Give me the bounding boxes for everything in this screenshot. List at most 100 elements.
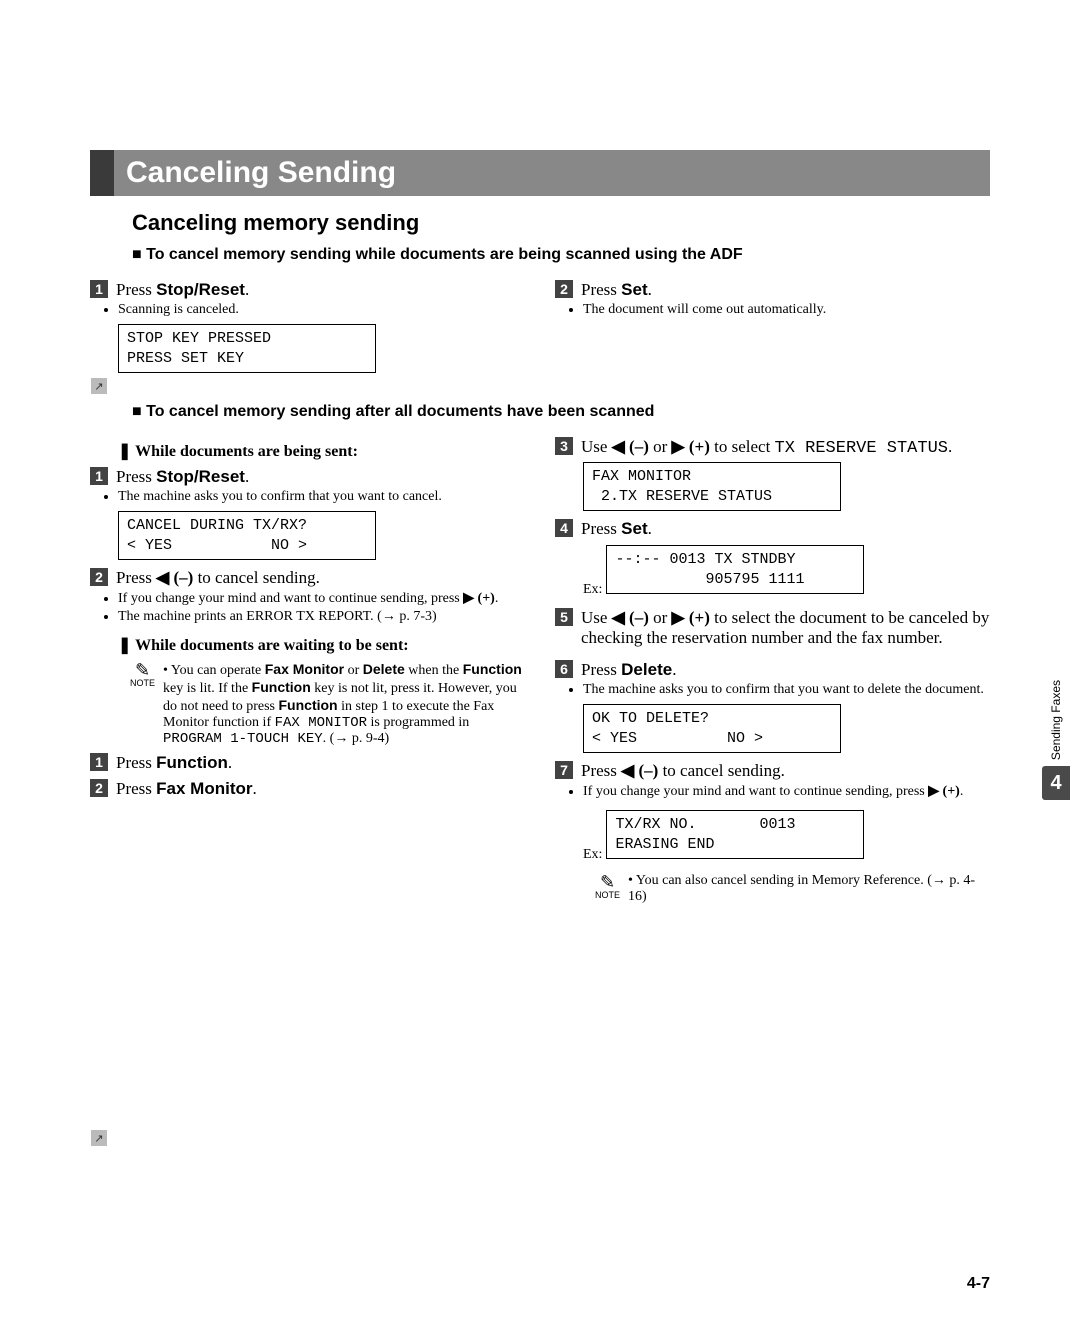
step-text: Press ◀ (–) to cancel sending.: [116, 568, 525, 588]
txt: .: [495, 591, 499, 606]
key-name: Fax Monitor: [265, 661, 344, 677]
key-name: ◀ (–): [612, 437, 649, 456]
key-name: Fax Monitor: [156, 779, 252, 798]
txt: . (→ p. 9-4): [323, 731, 390, 746]
key-name: ◀ (–): [621, 761, 658, 780]
mono-text: PROGRAM 1-TOUCH KEY: [163, 731, 323, 747]
title-mark: [90, 150, 114, 196]
bullet-list: The machine asks you to confirm that you…: [583, 682, 990, 698]
page-number: 4-7: [967, 1275, 990, 1293]
chapter-label: Sending Faxes: [1049, 680, 1063, 760]
bullet-list: The document will come out automatically…: [583, 302, 990, 318]
txt: .: [228, 753, 232, 772]
txt: to cancel sending.: [658, 761, 785, 780]
txt: .: [648, 280, 652, 299]
step-text: Use ◀ (–) or ▶ (+) to select the documen…: [581, 608, 990, 648]
step-3: 3 Use ◀ (–) or ▶ (+) to select TX RESERV…: [555, 437, 990, 458]
txt: Press: [116, 280, 156, 299]
txt: to select: [710, 437, 775, 456]
lcd-display: CANCEL DURING TX/RX? < YES NO >: [118, 511, 376, 560]
txt: to cancel sending.: [193, 568, 320, 587]
step-number-icon: 4: [555, 519, 573, 537]
step-6: 6 Press Delete.: [555, 660, 990, 680]
step-number-icon: 1: [90, 467, 108, 485]
txt: .: [672, 660, 676, 679]
bullet-list: The machine asks you to confirm that you…: [118, 489, 525, 505]
chapter-number: 4: [1042, 766, 1070, 800]
step-2b: 2 Press Fax Monitor.: [90, 779, 525, 799]
lcd-example: Ex: TX/RX NO. 0013 ERASING END: [583, 806, 990, 867]
txt: Press: [116, 568, 156, 587]
step-1: 1 Press Stop/Reset.: [90, 467, 525, 487]
step-7: 7 Press ◀ (–) to cancel sending.: [555, 761, 990, 781]
key-name: Function: [252, 679, 311, 695]
txt: .: [245, 280, 249, 299]
lcd-display: STOP KEY PRESSED PRESS SET KEY: [118, 324, 376, 373]
txt: Press: [581, 519, 621, 538]
key-name: ▶ (+): [928, 784, 960, 799]
key-name: Function: [156, 753, 228, 772]
note-label: NOTE: [130, 679, 155, 688]
step-number-icon: 5: [555, 608, 573, 626]
txt: Press: [581, 280, 621, 299]
txt: You can operate: [171, 663, 265, 678]
step-text: Press Function.: [116, 753, 525, 773]
key-name: ▶ (+): [672, 608, 710, 627]
txt: .: [245, 467, 249, 486]
lcd-display: FAX MONITOR 2.TX RESERVE STATUS: [583, 462, 841, 511]
step-1-adf: 1 Press Stop/Reset.: [90, 280, 525, 300]
mono-text: TX RESERVE STATUS: [775, 439, 948, 458]
key-name: ◀ (–): [156, 568, 193, 587]
example-label: Ex:: [583, 582, 602, 598]
step-number-icon: 3: [555, 437, 573, 455]
step-number-icon: 6: [555, 660, 573, 678]
bullet-list: Scanning is canceled.: [118, 302, 525, 318]
txt: .: [253, 779, 257, 798]
step-text: Press Set.: [581, 280, 990, 300]
txt: is programmed in: [367, 715, 469, 730]
txt: If you change your mind and want to cont…: [118, 591, 463, 606]
step-text: Press Stop/Reset.: [116, 467, 525, 487]
step-number-icon: 2: [555, 280, 573, 298]
section-title: Canceling Sending: [114, 150, 990, 196]
lcd-display: OK TO DELETE? < YES NO >: [583, 704, 841, 753]
chapter-tab: Sending Faxes 4: [1042, 680, 1070, 800]
bullet: The document will come out automatically…: [583, 302, 990, 318]
txt: .: [648, 519, 652, 538]
note-text: • You can also cancel sending in Memory …: [628, 873, 990, 905]
txt: Press: [116, 779, 156, 798]
key-name: Function: [279, 697, 338, 713]
step-text: Use ◀ (–) or ▶ (+) to select TX RESERVE …: [581, 437, 990, 458]
lcd-display: --:-- 0013 TX STNDBY 905795 1111: [606, 545, 864, 594]
step-number-icon: 1: [90, 280, 108, 298]
key-name: ◀ (–): [612, 608, 649, 627]
subheading: Canceling memory sending: [132, 210, 990, 236]
bullet: If you change your mind and want to cont…: [583, 783, 990, 800]
txt: Press: [116, 753, 156, 772]
txt: key is lit. If the: [163, 681, 252, 696]
step-number-icon: 2: [90, 568, 108, 586]
txt: Use: [581, 608, 612, 627]
note-icon: ✎NOTE: [130, 661, 155, 747]
step-text: Press Set.: [581, 519, 990, 539]
subheading-while-sent: While documents are being sent:: [118, 441, 525, 461]
key-name: ▶ (+): [463, 591, 495, 606]
txt: .: [948, 437, 952, 456]
key-name: Set: [621, 280, 647, 299]
bullet-list: If you change your mind and want to cont…: [583, 783, 990, 800]
step-text: Press Stop/Reset.: [116, 280, 525, 300]
key-name: Function: [463, 661, 522, 677]
key-name: Delete: [363, 661, 405, 677]
step-4: 4 Press Set.: [555, 519, 990, 539]
step-number-icon: 2: [90, 779, 108, 797]
key-name: ▶ (+): [672, 437, 710, 456]
bullet: The machine asks you to confirm that you…: [118, 489, 525, 505]
txt: Press: [581, 660, 621, 679]
step-1b: 1 Press Function.: [90, 753, 525, 773]
subheading-while-waiting: While documents are waiting to be sent:: [118, 635, 525, 655]
mono-text: FAX MONITOR: [275, 715, 367, 731]
bullet: If you change your mind and want to cont…: [118, 590, 525, 607]
note-icon: ✎NOTE: [595, 873, 620, 905]
step-number-icon: 1: [90, 753, 108, 771]
txt: You can also cancel sending in Memory Re…: [628, 873, 975, 904]
